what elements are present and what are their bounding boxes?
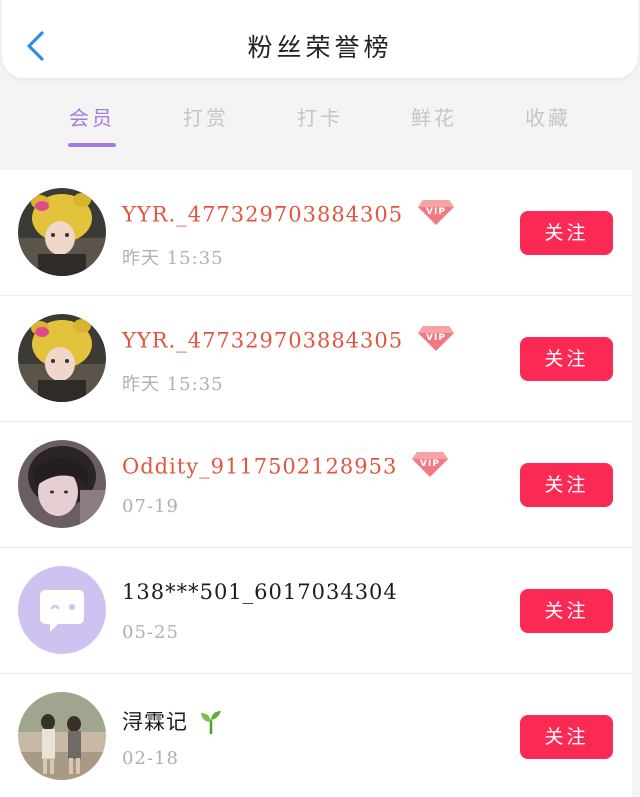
svg-text:VIP: VIP (420, 459, 440, 469)
tab-favorites[interactable]: 收藏 (503, 102, 593, 131)
fan-name-text: YYR._477329703884305 (122, 328, 404, 353)
page-title: 粉丝荣誉榜 (247, 33, 393, 62)
sprout-emoji-icon (200, 710, 221, 734)
avatar[interactable] (18, 692, 106, 780)
fan-time: 02-18 (122, 748, 179, 769)
fan-name: Oddity_9117502128953 VIP (122, 452, 449, 482)
follow-button[interactable]: 关注 (520, 715, 613, 759)
tab-flowers[interactable]: 鲜花 (389, 102, 479, 131)
default-chat-bubble-avatar[interactable] (18, 566, 106, 654)
tab-reward[interactable]: 打赏 (161, 102, 251, 131)
fan-time: 07-19 (122, 496, 179, 517)
svg-text:VIP: VIP (426, 207, 446, 217)
header-bar: 粉丝荣誉榜 (2, 0, 638, 78)
list-item[interactable]: YYR._477329703884305 VIP 昨天 15:35 关注 (0, 296, 632, 422)
fan-name: 浔霖记 (122, 706, 224, 737)
fan-name: YYR._477329703884305 VIP (122, 200, 455, 230)
fan-name: 138***501_6017034304 (122, 580, 398, 604)
fan-name-text: 浔霖记 (122, 710, 188, 734)
vip-badge-icon: VIP (412, 452, 448, 477)
tab-bar: 会员 打赏 打卡 鲜花 收藏 (0, 92, 640, 152)
fan-name-text: 138***501_6017034304 (122, 580, 398, 604)
fan-time: 昨天 15:35 (122, 374, 224, 395)
tab-checkin[interactable]: 打卡 (275, 102, 365, 131)
vip-badge-icon: VIP (417, 200, 454, 225)
avatar[interactable] (18, 188, 106, 276)
vip-badge-icon: VIP (417, 326, 454, 351)
active-tab-indicator (68, 143, 116, 147)
svg-text:VIP: VIP (426, 333, 446, 343)
fan-name-text: Oddity_9117502128953 (122, 454, 398, 479)
fan-name-text: YYR._477329703884305 (122, 202, 404, 227)
fan-list: YYR._477329703884305 VIP 昨天 15:35 关注 YYR… (0, 170, 632, 797)
follow-button[interactable]: 关注 (520, 211, 613, 255)
fan-time: 昨天 15:35 (122, 248, 224, 269)
fan-time: 05-25 (122, 622, 179, 643)
fan-name: YYR._477329703884305 VIP (122, 326, 455, 356)
follow-button[interactable]: 关注 (520, 589, 613, 633)
list-item[interactable]: 浔霖记 02-18 关注 (0, 674, 632, 797)
follow-button[interactable]: 关注 (520, 337, 613, 381)
list-item[interactable]: Oddity_9117502128953 VIP 07-19 关注 (0, 422, 632, 548)
tab-member[interactable]: 会员 (47, 102, 137, 131)
avatar[interactable] (18, 314, 106, 402)
list-item[interactable]: 138***501_6017034304 05-25 关注 (0, 548, 632, 674)
follow-button[interactable]: 关注 (520, 463, 613, 507)
list-item[interactable]: YYR._477329703884305 VIP 昨天 15:35 关注 (0, 170, 632, 296)
avatar[interactable] (18, 440, 106, 528)
